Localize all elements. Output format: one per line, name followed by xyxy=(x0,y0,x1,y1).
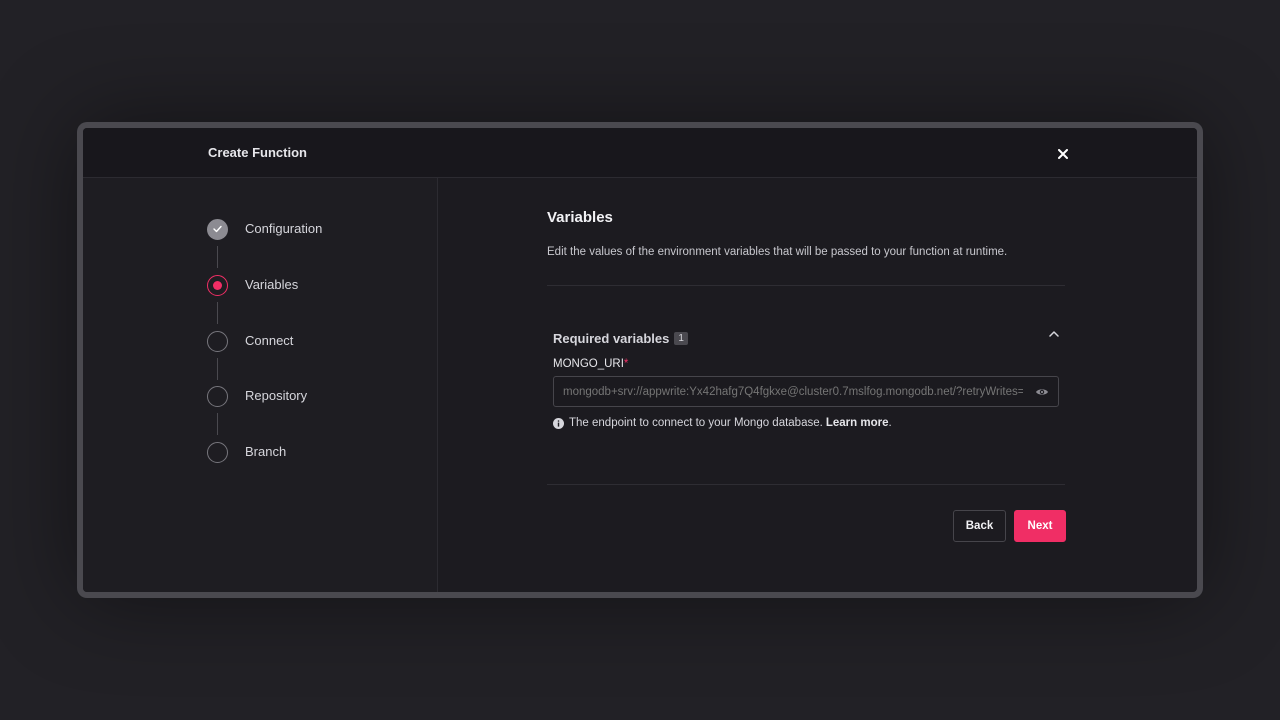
step-connector xyxy=(217,302,218,324)
step-variables[interactable]: Variables xyxy=(207,274,298,296)
required-variables-title: Required variables xyxy=(553,330,670,346)
step-pending-indicator xyxy=(207,330,228,352)
step-pending-indicator xyxy=(207,385,228,407)
close-button[interactable] xyxy=(1054,145,1072,163)
variable-name: MONGO_URI xyxy=(553,358,624,370)
step-connect[interactable]: Connect xyxy=(207,330,293,352)
mongo-uri-field xyxy=(553,376,1059,407)
step-pending-indicator xyxy=(207,441,228,463)
back-button[interactable]: Back xyxy=(953,510,1006,542)
required-variables-count-badge: 1 xyxy=(674,331,688,345)
divider xyxy=(547,285,1065,286)
check-icon xyxy=(213,225,222,233)
eye-icon[interactable] xyxy=(1035,385,1049,399)
learn-more-link[interactable]: Learn more xyxy=(826,417,889,429)
helper-suffix: . xyxy=(888,417,892,429)
info-icon xyxy=(553,417,564,429)
mongo-uri-label: MONGO_URI* xyxy=(553,358,628,370)
step-connector xyxy=(217,413,218,435)
mongo-uri-helper: The endpoint to connect to your Mongo da… xyxy=(553,417,892,429)
close-icon xyxy=(1058,149,1068,159)
modal-title: Create Function xyxy=(208,145,307,160)
step-label: Configuration xyxy=(245,221,323,236)
step-label: Variables xyxy=(245,277,299,292)
create-function-modal: Create Function Configuration Variables … xyxy=(83,128,1197,592)
section-title: Variables xyxy=(547,209,613,226)
step-label: Repository xyxy=(245,388,308,403)
step-active-indicator xyxy=(207,274,228,296)
modal-header: Create Function xyxy=(83,128,1197,178)
step-connector xyxy=(217,358,218,380)
section-description: Edit the values of the environment varia… xyxy=(547,246,1008,258)
step-label: Branch xyxy=(245,444,287,459)
helper-text: The endpoint to connect to your Mongo da… xyxy=(569,417,823,429)
step-repository[interactable]: Repository xyxy=(207,385,307,407)
divider xyxy=(547,484,1065,485)
steps-sidebar: Configuration Variables Connect Reposito… xyxy=(83,178,438,592)
modal-frame: Create Function Configuration Variables … xyxy=(77,122,1203,598)
step-branch[interactable]: Branch xyxy=(207,441,286,463)
step-connector xyxy=(217,246,218,268)
step-completed-indicator xyxy=(207,218,228,240)
next-button[interactable]: Next xyxy=(1014,510,1066,542)
required-marker: * xyxy=(623,358,629,370)
chevron-up-icon xyxy=(1049,331,1059,337)
active-dot-icon xyxy=(213,280,222,290)
step-configuration[interactable]: Configuration xyxy=(207,218,322,240)
mongo-uri-input[interactable] xyxy=(563,377,1023,406)
step-label: Connect xyxy=(245,333,294,348)
required-variables-toggle[interactable]: Required variables 1 xyxy=(553,328,1059,348)
